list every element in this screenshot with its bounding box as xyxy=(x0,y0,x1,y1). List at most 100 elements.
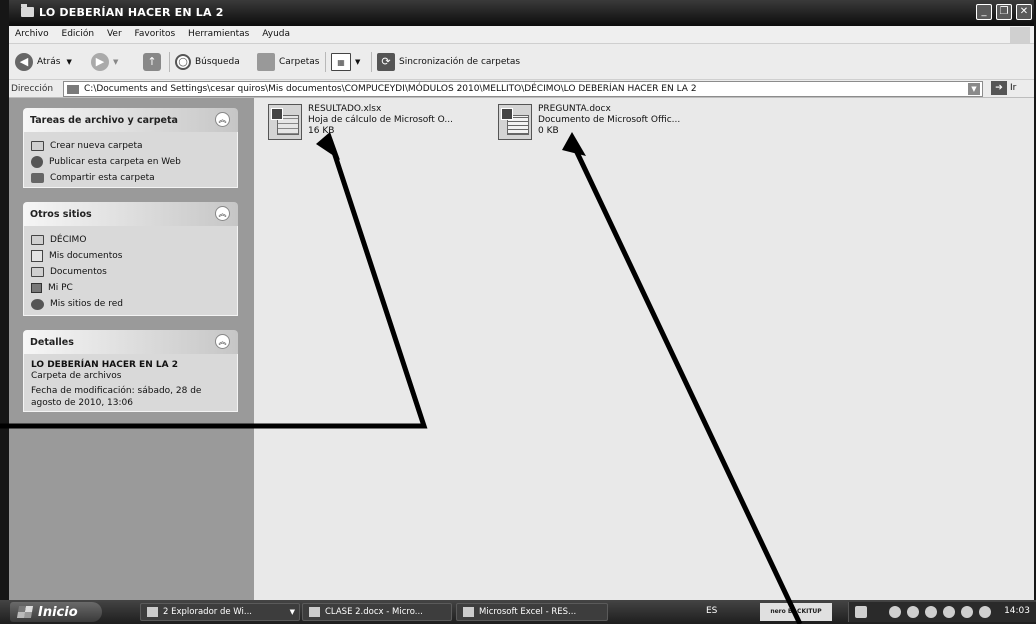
collapse-chevron-icon[interactable]: ︽ xyxy=(215,206,230,221)
task-label: 2 Explorador de Wi... xyxy=(163,607,252,617)
address-dropdown-icon[interactable]: ▼ xyxy=(968,83,980,95)
tray-icon[interactable] xyxy=(889,606,901,618)
network-tray-icon[interactable] xyxy=(961,606,973,618)
task-new-folder[interactable]: Crear nueva carpeta xyxy=(31,138,230,154)
place-documentos[interactable]: Documentos xyxy=(31,264,230,280)
menu-edicion[interactable]: Edición xyxy=(56,26,99,39)
forward-button[interactable]: ▶ ▼ xyxy=(91,52,118,72)
taskbar-word[interactable]: CLASE 2.docx - Micro... xyxy=(302,603,452,621)
place-label: Mi PC xyxy=(48,283,73,293)
toolbar-separator xyxy=(371,52,372,72)
detail-type: Carpeta de archivos xyxy=(31,371,122,381)
file-item-resultado[interactable]: RESULTADO.xlsx Hoja de cálculo de Micros… xyxy=(268,104,453,140)
file-type: Hoja de cálculo de Microsoft O... xyxy=(308,115,453,125)
explorer-window: LO DEBERÍAN HACER EN LA 2 _ ❐ ✕ Archivo … xyxy=(0,0,1036,600)
folder-icon xyxy=(31,267,44,277)
address-input[interactable]: C:\Documents and Settings\cesar quiros\M… xyxy=(63,81,983,97)
up-folder-button[interactable]: ↑ xyxy=(143,52,165,72)
place-label: Mis sitios de red xyxy=(50,299,123,309)
network-icon xyxy=(31,298,44,310)
go-arrow-icon: ➔ xyxy=(991,81,1007,95)
place-mi-pc[interactable]: Mi PC xyxy=(31,280,230,296)
nero-backitup-icon[interactable]: nero BACKITUP xyxy=(760,603,832,621)
panel-header[interactable]: Otros sitios ︽ xyxy=(23,202,238,226)
close-button[interactable]: ✕ xyxy=(1016,4,1032,20)
panel-body: DÉCIMO Mis documentos Documentos Mi PC M… xyxy=(23,226,238,316)
tray-icon[interactable] xyxy=(907,606,919,618)
back-button[interactable]: ◀ Atrás ▼ xyxy=(15,52,72,72)
back-dropdown-icon[interactable]: ▼ xyxy=(66,58,71,66)
search-icon: ○ xyxy=(175,54,191,70)
menu-archivo[interactable]: Archivo xyxy=(9,26,53,39)
minimize-button[interactable]: _ xyxy=(976,4,992,20)
detail-modified: Fecha de modificación: sábado, 28 de xyxy=(31,386,202,396)
task-label: Compartir esta carpeta xyxy=(50,173,155,183)
panel-body: LO DEBERÍAN HACER EN LA 2 Carpeta de arc… xyxy=(23,354,238,412)
task-share-folder[interactable]: Compartir esta carpeta xyxy=(31,170,230,186)
language-indicator[interactable]: ES xyxy=(706,606,717,616)
menu-ver[interactable]: Ver xyxy=(101,26,126,39)
collapse-chevron-icon[interactable]: ︽ xyxy=(215,334,230,349)
tray-icon[interactable] xyxy=(943,606,955,618)
sync-label: Sincronización de carpetas xyxy=(399,57,521,67)
views-icon: ▦ xyxy=(331,53,351,71)
go-button[interactable]: ➔ Ir xyxy=(991,81,1016,95)
search-button[interactable]: ○ Búsqueda xyxy=(175,52,240,72)
task-label: Publicar esta carpeta en Web xyxy=(49,157,181,167)
task-label: Microsoft Excel - RES... xyxy=(479,607,577,617)
taskbar-excel[interactable]: Microsoft Excel - RES... xyxy=(456,603,608,621)
menu-ayuda[interactable]: Ayuda xyxy=(256,26,294,39)
arrow-tray-icon[interactable] xyxy=(855,606,867,618)
menu-herramientas[interactable]: Herramientas xyxy=(182,26,253,39)
task-group-dropdown-icon: ▼ xyxy=(289,608,295,616)
taskbar-explorer[interactable]: 2 Explorador de Wi... ▼ xyxy=(140,603,300,621)
toolbar-separator xyxy=(325,52,326,72)
detail-name: LO DEBERÍAN HACER EN LA 2 xyxy=(31,360,178,370)
place-sitios-de-red[interactable]: Mis sitios de red xyxy=(31,296,230,312)
go-label: Ir xyxy=(1010,83,1017,93)
folders-label: Carpetas xyxy=(279,57,320,67)
folder-icon xyxy=(21,4,34,17)
search-label: Búsqueda xyxy=(195,57,240,67)
panel-header[interactable]: Detalles ︽ xyxy=(23,330,238,354)
panel-body: Crear nueva carpeta Publicar esta carpet… xyxy=(23,132,238,188)
menu-favoritos[interactable]: Favoritos xyxy=(129,26,180,39)
place-mis-documentos[interactable]: Mis documentos xyxy=(31,248,230,264)
globe-icon xyxy=(31,156,43,168)
address-bar: Dirección C:\Documents and Settings\cesa… xyxy=(9,80,1034,98)
volume-tray-icon[interactable] xyxy=(979,606,991,618)
start-button[interactable]: Inicio xyxy=(10,602,102,622)
task-publish-web[interactable]: Publicar esta carpeta en Web xyxy=(31,154,230,170)
task-pane: Tareas de archivo y carpeta ︽ Crear nuev… xyxy=(9,98,254,600)
address-label: Dirección xyxy=(11,84,54,94)
documents-icon xyxy=(31,250,43,262)
system-tray: 14:03 xyxy=(848,602,1036,622)
maximize-button[interactable]: ❐ xyxy=(996,4,1012,20)
title-bar[interactable]: LO DEBERÍAN HACER EN LA 2 _ ❐ ✕ xyxy=(9,0,1034,26)
windows-flag-icon xyxy=(1010,27,1030,43)
place-decimo[interactable]: DÉCIMO xyxy=(31,232,230,248)
start-label: Inicio xyxy=(38,604,78,620)
file-item-pregunta[interactable]: PREGUNTA.docx Documento de Microsoft Off… xyxy=(498,104,680,140)
views-dropdown-icon[interactable]: ▼ xyxy=(355,58,360,66)
clock: 14:03 xyxy=(1004,606,1030,616)
views-button[interactable]: ▦ ▼ xyxy=(331,52,360,72)
folder-up-icon: ↑ xyxy=(143,53,161,71)
other-places-panel: Otros sitios ︽ DÉCIMO Mis documentos Doc… xyxy=(23,202,238,316)
excel-file-icon xyxy=(268,104,302,140)
power-tray-icon[interactable] xyxy=(925,606,937,618)
panel-header[interactable]: Tareas de archivo y carpeta ︽ xyxy=(23,108,238,132)
sync-folders-button[interactable]: ⟳ Sincronización de carpetas xyxy=(377,52,520,72)
toolbar: ◀ Atrás ▼ ▶ ▼ ↑ ○ Búsqueda Carpetas ▦ ▼ … xyxy=(9,44,1034,80)
folders-button[interactable]: Carpetas xyxy=(257,52,319,72)
address-path: C:\Documents and Settings\cesar quiros\M… xyxy=(84,84,697,94)
collapse-chevron-icon[interactable]: ︽ xyxy=(215,112,230,127)
word-icon xyxy=(309,607,320,617)
place-label: Mis documentos xyxy=(49,251,123,261)
forward-dropdown-icon[interactable]: ▼ xyxy=(113,58,118,66)
sync-icon: ⟳ xyxy=(377,53,395,71)
windows-logo-icon xyxy=(16,606,34,618)
detail-modified-date: agosto de 2010, 13:06 xyxy=(31,398,133,408)
place-label: DÉCIMO xyxy=(50,235,87,245)
file-list: RESULTADO.xlsx Hoja de cálculo de Micros… xyxy=(254,98,1034,600)
